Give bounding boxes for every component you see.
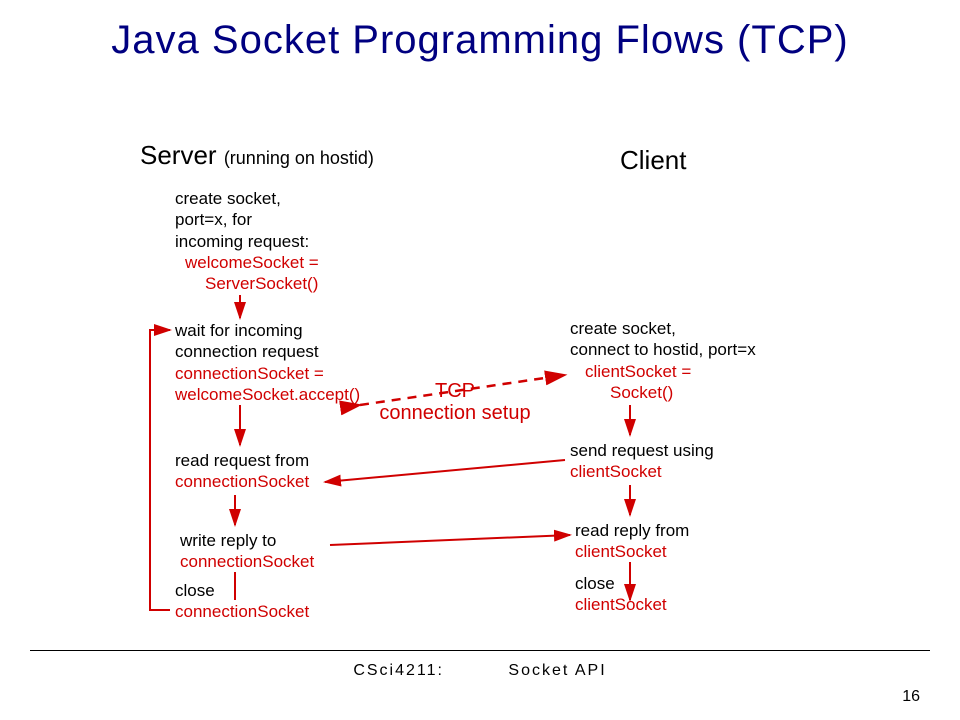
server-step-close: close connectionSocket: [175, 580, 309, 623]
text: read reply from: [575, 520, 689, 541]
text: port=x, for: [175, 209, 319, 230]
footer: CSci4211: Socket API: [0, 662, 960, 680]
code: welcomeSocket.accept(): [175, 384, 360, 405]
text: send request using: [570, 440, 714, 461]
code: welcomeSocket =: [185, 252, 319, 273]
text: create socket,: [570, 318, 756, 339]
text: read request from: [175, 450, 309, 471]
footer-topic: Socket API: [508, 662, 606, 679]
text: create socket,: [175, 188, 319, 209]
text: wait for incoming: [175, 320, 360, 341]
code: connectionSocket: [175, 471, 309, 492]
slide-title: Java Socket Programming Flows (TCP): [0, 18, 960, 63]
text: write reply to: [180, 530, 314, 551]
code: connectionSocket: [175, 601, 309, 622]
text: connection setup: [370, 402, 540, 424]
server-step-write: write reply to connectionSocket: [180, 530, 314, 573]
server-step-wait: wait for incoming connection request con…: [175, 320, 360, 405]
text: close: [575, 573, 667, 594]
text: close: [175, 580, 309, 601]
code: connectionSocket: [180, 551, 314, 572]
text: connect to hostid, port=x: [570, 339, 756, 360]
text: incoming request:: [175, 231, 319, 252]
footer-course: CSci4211:: [353, 662, 444, 679]
server-step-read: read request from connectionSocket: [175, 450, 309, 493]
code: Socket(): [610, 382, 756, 403]
code: connectionSocket =: [175, 363, 360, 384]
text: TCP: [370, 380, 540, 402]
server-heading-sub: (running on hostid): [224, 148, 374, 168]
footer-divider: [30, 650, 930, 651]
client-heading: Client: [620, 145, 686, 176]
code: clientSocket: [575, 541, 689, 562]
text: connection request: [175, 341, 360, 362]
client-step-create: create socket, connect to hostid, port=x…: [570, 318, 756, 403]
code: clientSocket: [575, 594, 667, 615]
code: clientSocket: [570, 461, 714, 482]
arrows-overlay: [0, 0, 960, 720]
client-step-read: read reply from clientSocket: [575, 520, 689, 563]
code: clientSocket =: [585, 361, 756, 382]
server-heading-text: Server: [140, 140, 217, 170]
server-heading: Server (running on hostid): [140, 140, 374, 171]
tcp-annotation: TCP connection setup: [370, 380, 540, 424]
client-step-close: close clientSocket: [575, 573, 667, 616]
slide: Java Socket Programming Flows (TCP) Serv…: [0, 0, 960, 720]
server-step-create: create socket, port=x, for incoming requ…: [175, 188, 319, 294]
client-step-send: send request using clientSocket: [570, 440, 714, 483]
code: ServerSocket(): [205, 273, 319, 294]
page-number: 16: [902, 688, 920, 706]
